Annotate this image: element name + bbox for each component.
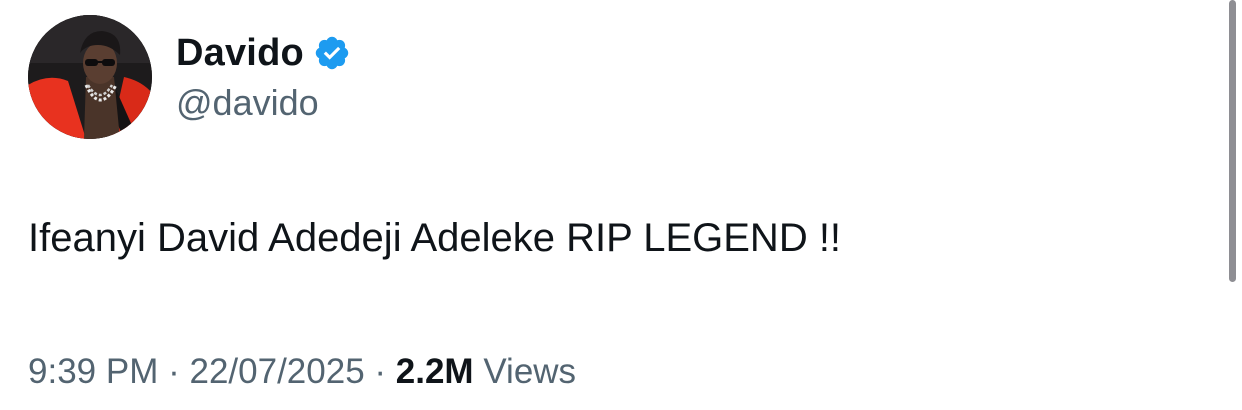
user-handle[interactable]: @davido [176, 82, 319, 124]
author-name-row[interactable]: Davido [176, 27, 351, 79]
display-name[interactable]: Davido [176, 32, 304, 75]
avatar-image [28, 15, 152, 139]
views-label: Views [483, 352, 577, 391]
meta-separator: · [168, 352, 180, 391]
views-count[interactable]: 2.2M [396, 352, 474, 391]
tweet-time[interactable]: 9:39 PM [28, 352, 158, 391]
avatar[interactable] [28, 15, 152, 139]
meta-separator: · [374, 352, 387, 391]
tweet-metadata: 9:39 PM · 22/07/2025 · 2.2M Views [28, 352, 576, 392]
tweet-text: Ifeanyi David Adedeji Adeleke RIP LEGEND… [28, 216, 842, 260]
tweet-card: Davido @davido Ifeanyi David Adedeji Ade… [0, 0, 1242, 410]
scrollbar[interactable] [1229, 0, 1236, 282]
tweet-date[interactable]: 22/07/2025 [189, 352, 364, 391]
verified-badge-icon [313, 34, 351, 72]
